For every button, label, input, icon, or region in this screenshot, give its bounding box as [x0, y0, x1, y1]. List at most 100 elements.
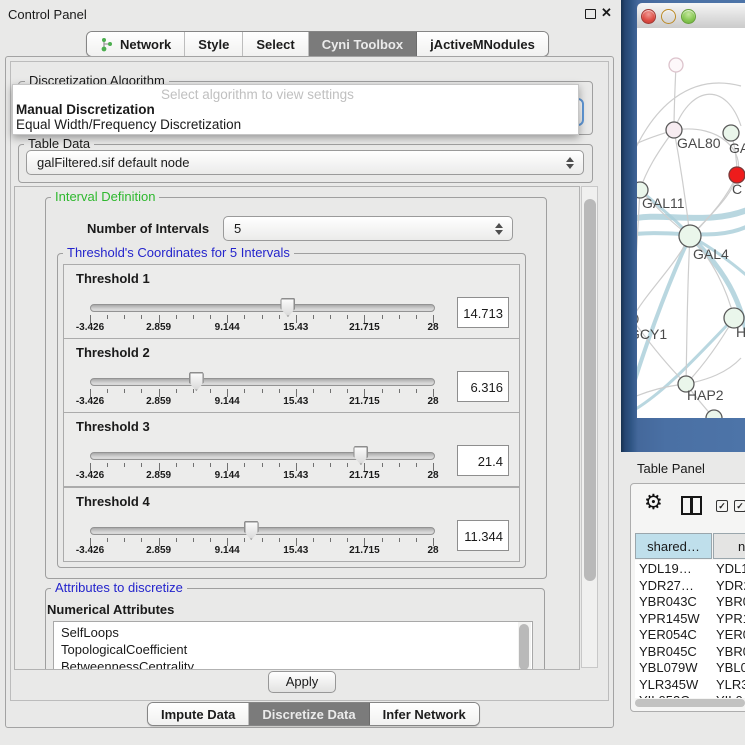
- slider-track[interactable]: [90, 452, 435, 460]
- tick-mark: [244, 315, 245, 319]
- tick-mark: [124, 389, 125, 393]
- list-scrollbar-thumb[interactable]: [519, 624, 529, 670]
- columns-icon[interactable]: [681, 496, 702, 515]
- cell-shared-name: YBL079W: [639, 659, 698, 676]
- slider-track[interactable]: [90, 304, 435, 312]
- tab-infer-network[interactable]: Infer Network: [370, 703, 479, 725]
- tab-impute-data[interactable]: Impute Data: [148, 703, 249, 725]
- table-row[interactable]: YLR345WYLR3: [635, 676, 745, 693]
- tab-style[interactable]: Style: [185, 32, 243, 56]
- tick-mark: [416, 389, 417, 393]
- gear-icon[interactable]: ⚙: [644, 491, 663, 515]
- numerical-attributes-list[interactable]: SelfLoopsTopologicalCoefficientBetweenne…: [53, 621, 533, 670]
- threshold-value-field[interactable]: 6.316: [457, 371, 509, 402]
- minimize-light-icon[interactable]: [661, 9, 676, 24]
- checkbox-icon[interactable]: ✓: [716, 500, 728, 512]
- slider-thumb[interactable]: [353, 446, 368, 465]
- checkbox-icon[interactable]: ✓: [734, 500, 745, 512]
- list-item[interactable]: TopologicalCoefficient: [61, 641, 187, 658]
- threshold-panel-3: Threshold 3-3.4262.8599.14415.4321.71528…: [63, 412, 520, 487]
- list-scrollbar[interactable]: [518, 622, 531, 670]
- tick-mark: [176, 389, 177, 393]
- tab-network[interactable]: Network: [87, 32, 185, 56]
- threshold-value-field[interactable]: 11.344: [457, 520, 509, 551]
- tick-mark: [193, 315, 194, 319]
- tick-mark: [244, 538, 245, 542]
- tick-mark: [416, 315, 417, 319]
- close-light-icon[interactable]: [641, 9, 656, 24]
- tick-mark: [313, 463, 314, 467]
- column-header-shared[interactable]: shared…: [635, 533, 712, 559]
- table-panel-title: Table Panel: [637, 461, 705, 476]
- apply-button[interactable]: Apply: [268, 671, 336, 693]
- svg-text:GCY1: GCY1: [637, 326, 667, 342]
- table-row[interactable]: YER054CYER0: [635, 626, 745, 643]
- tick-mark: [210, 463, 211, 467]
- table-hscrollbar[interactable]: [635, 698, 745, 708]
- threshold-panel-4: Threshold 4-3.4262.8599.14415.4321.71528…: [63, 487, 520, 562]
- list-item[interactable]: BetweennessCentrality: [61, 658, 194, 670]
- popup-item-equal-width-frequency[interactable]: Equal Width/Frequency Discretization: [16, 117, 241, 132]
- settings-scrollbar-thumb[interactable]: [584, 199, 596, 581]
- network-view[interactable]: GAL80GACGAL11GAL4GCY1HHAP2: [637, 28, 745, 418]
- network-icon: [100, 37, 114, 52]
- tab-select[interactable]: Select: [243, 32, 308, 56]
- tick-mark: [416, 463, 417, 467]
- attributes-group-label: Attributes to discretize: [51, 581, 187, 595]
- svg-text:HAP2: HAP2: [687, 387, 724, 403]
- table-hscrollbar-thumb[interactable]: [635, 699, 745, 707]
- table-data-combo[interactable]: galFiltered.sif default node: [26, 150, 584, 175]
- tab-label: jActiveMNodules: [430, 37, 535, 52]
- slider-thumb[interactable]: [280, 298, 295, 317]
- tick-label: 21.715: [349, 545, 380, 556]
- network-window-titlebar[interactable]: [637, 3, 745, 29]
- cell-shared-name: YDR27…: [639, 577, 694, 594]
- slider-track[interactable]: [90, 527, 435, 535]
- list-item[interactable]: SelfLoops: [61, 624, 119, 641]
- popup-prompt-item[interactable]: Select algorithm to view settings: [161, 87, 354, 102]
- thresholds-group-label: Threshold's Coordinates for 5 Intervals: [63, 246, 294, 260]
- table-rows: YDL19…YDL1YDR27…YDR2YBR043CYBR0YPR145WYP…: [635, 560, 745, 698]
- table-row[interactable]: YDR27…YDR2: [635, 577, 745, 594]
- tick-mark: [141, 463, 142, 467]
- threshold-label: Threshold 1: [76, 271, 150, 286]
- zoom-light-icon[interactable]: [681, 9, 696, 24]
- tick-mark: [330, 315, 331, 319]
- tick-mark: [279, 315, 280, 319]
- popup-item-manual-discretization[interactable]: Manual Discretization: [16, 102, 155, 117]
- table-row[interactable]: YDL19…YDL1: [635, 560, 745, 577]
- tick-mark: [399, 389, 400, 393]
- tab-cyni-toolbox[interactable]: Cyni Toolbox: [309, 32, 417, 56]
- table-row[interactable]: YPR145WYPR1: [635, 610, 745, 627]
- tab-label: Network: [120, 37, 171, 52]
- tab-discretize-data[interactable]: Discretize Data: [249, 703, 369, 725]
- table-row[interactable]: YBR045CYBR0: [635, 643, 745, 660]
- tick-label: 2.859: [146, 470, 171, 481]
- tick-label: 2.859: [146, 396, 171, 407]
- slider-thumb[interactable]: [189, 372, 204, 391]
- tab-label: Impute Data: [161, 707, 235, 722]
- slider-track[interactable]: [90, 378, 435, 386]
- table-row[interactable]: YBL079WYBL0: [635, 659, 745, 676]
- tick-mark: [279, 389, 280, 393]
- table-row[interactable]: YBR043CYBR0: [635, 593, 745, 610]
- column-header-name[interactable]: na: [713, 533, 745, 559]
- settings-scrollbar[interactable]: [581, 186, 598, 668]
- float-window-icon[interactable]: [585, 9, 596, 19]
- tick-mark: [382, 463, 383, 467]
- threshold-value-field[interactable]: 14.713: [457, 297, 509, 328]
- tick-mark: [141, 315, 142, 319]
- bottom-tab-bar: Impute Data Discretize DataInfer Network: [147, 702, 480, 726]
- close-panel-icon[interactable]: ✕: [601, 5, 612, 21]
- slider-thumb[interactable]: [244, 521, 259, 540]
- num-intervals-spinner[interactable]: 5: [223, 216, 513, 241]
- tab-jactivemnodules[interactable]: jActiveMNodules: [417, 32, 548, 56]
- cell-shared-name: YLR345W: [639, 676, 698, 693]
- tick-mark: [107, 315, 108, 319]
- tick-mark: [399, 463, 400, 467]
- tick-mark: [347, 315, 348, 319]
- tick-mark: [244, 389, 245, 393]
- tab-label: Style: [198, 37, 229, 52]
- panel-title: Control Panel: [8, 7, 87, 22]
- threshold-value-field[interactable]: 21.4: [457, 445, 509, 476]
